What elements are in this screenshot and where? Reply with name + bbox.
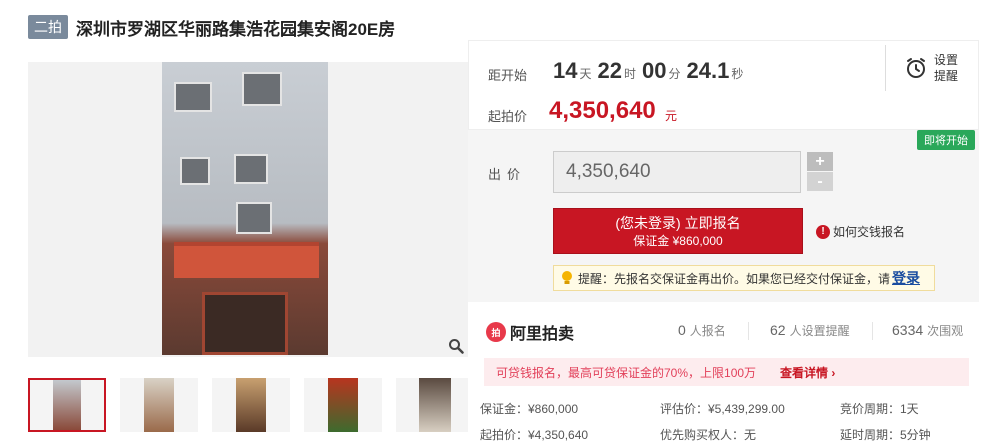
view-details-label: 查看详情 [780, 365, 829, 380]
bid-label: 出价 [488, 167, 527, 182]
reminders-count: 62 [770, 322, 786, 338]
round-badge: 二拍 [28, 15, 68, 39]
bid-section: 即将开始 出价 + - (您未登录) 立即报名 保证金 ¥860,000 ! 如… [468, 130, 979, 302]
how-to-pay-label: 如何交钱报名 [833, 225, 906, 239]
countdown-minutes: 00 [642, 58, 667, 83]
detail-row-1: 保证金：¥860,000 评估价：¥5,439,299.00 竞价周期：1天 [480, 400, 985, 417]
price-info: 距开始 14 天 22 时 00 分 24.1 秒 设置提醒 起拍价 4,350… [468, 40, 979, 130]
bid-amount-input[interactable] [553, 151, 801, 193]
countdown: 14 天 22 时 00 分 24.1 秒 [553, 58, 749, 84]
deposit-label: 保证金 ¥860,000 [633, 234, 723, 248]
set-reminder-button[interactable]: 设置提醒 [885, 45, 979, 91]
increase-bid-button[interactable]: + [807, 152, 833, 171]
title-bar: 二拍 深圳市罗湖区华丽路集浩花园集安阁20E房 [28, 14, 395, 40]
priority-detail: 优先购买权人：无 [660, 428, 757, 442]
reminder-label: 设置提醒 [934, 53, 959, 83]
start-price-unit: 元 [665, 109, 678, 123]
views-count: 6334 [892, 322, 924, 338]
countdown-days-unit: 天 [579, 67, 592, 81]
reminders-label: 人设置提醒 [789, 324, 850, 338]
decrease-bid-button[interactable]: - [807, 172, 833, 191]
delay-detail: 延时周期：5分钟 [840, 428, 931, 442]
status-badge: 即将开始 [917, 130, 975, 150]
page-title: 深圳市罗湖区华丽路集浩花园集安阁20E房 [76, 19, 396, 39]
detail-row-2: 起拍价：¥4,350,640 优先购买权人：无 延时周期：5分钟 [480, 426, 985, 443]
countdown-seconds: 24.1 [686, 58, 730, 83]
cycle-detail: 竞价周期：1天 [840, 402, 919, 416]
views-stat: 6334 次围观 [892, 322, 963, 339]
countdown-hours: 22 [597, 58, 622, 83]
alarm-clock-icon [907, 58, 925, 78]
main-photo[interactable] [28, 62, 468, 357]
thumbnail-3[interactable] [212, 378, 290, 432]
how-to-pay-link[interactable]: ! 如何交钱报名 [816, 223, 905, 240]
registrants-count: 0 [678, 322, 686, 338]
registrants-stat: 0 人报名 [678, 322, 726, 339]
thumbnail-5[interactable] [396, 378, 474, 432]
registrants-label: 人报名 [689, 324, 726, 338]
thumbnail-2[interactable] [120, 378, 198, 432]
brand-name: 阿里拍卖 [510, 326, 575, 343]
thumbnail-4[interactable] [304, 378, 382, 432]
start-price-detail: 起拍价：¥4,350,640 [480, 428, 589, 442]
view-details-link[interactable]: 查看详情 › [780, 364, 835, 381]
reminders-stat: 62 人设置提醒 [770, 322, 850, 339]
deposit-detail: 保证金：¥860,000 [480, 402, 579, 416]
thumbnail-strip [28, 378, 474, 432]
countdown-seconds-unit: 秒 [731, 67, 744, 81]
reminder-tip: 提醒：先报名交保证金再出价。如果您已经交付保证金，请 登录 [553, 265, 935, 291]
countdown-hours-unit: 时 [623, 67, 636, 81]
register-button[interactable]: (您未登录) 立即报名 保证金 ¥860,000 [553, 208, 803, 254]
lightbulb-icon [562, 271, 572, 284]
countdown-label: 距开始 [488, 68, 528, 83]
appraisal-detail: 评估价：¥5,439,299.00 [660, 402, 785, 416]
thumbnail-1[interactable] [28, 378, 106, 432]
stats-section: 拍 阿里拍卖 0 人报名 62 人设置提醒 6334 次围观 可贷钱报名，最高可贷保证… [468, 302, 979, 448]
promo-text: 可贷钱报名，最高可贷保证金的70%，上限100万 [496, 365, 757, 380]
countdown-minutes-unit: 分 [668, 67, 681, 81]
ali-logo-icon: 拍 [486, 322, 506, 342]
start-price-label: 起拍价 [488, 109, 528, 124]
views-label: 次围观 [927, 324, 964, 338]
building-photo [162, 62, 328, 355]
auction-panel: 距开始 14 天 22 时 00 分 24.1 秒 设置提醒 起拍价 4,350… [468, 40, 979, 448]
magnifier-icon [449, 339, 464, 354]
register-button-label: (您未登录) 立即报名 [615, 215, 741, 231]
tip-text: 提醒：先报名交保证金再出价。如果您已经交付保证金，请 [578, 271, 891, 286]
info-icon: ! [816, 224, 830, 239]
zoom-button[interactable] [445, 335, 467, 357]
ali-auction-logo: 拍 阿里拍卖 [486, 320, 574, 344]
start-price-value: 4,350,640 [549, 97, 656, 124]
countdown-days: 14 [553, 58, 578, 83]
loan-promo-banner: 可贷钱报名，最高可贷保证金的70%，上限100万 查看详情 › [484, 358, 969, 386]
login-link[interactable]: 登录 [892, 268, 920, 288]
